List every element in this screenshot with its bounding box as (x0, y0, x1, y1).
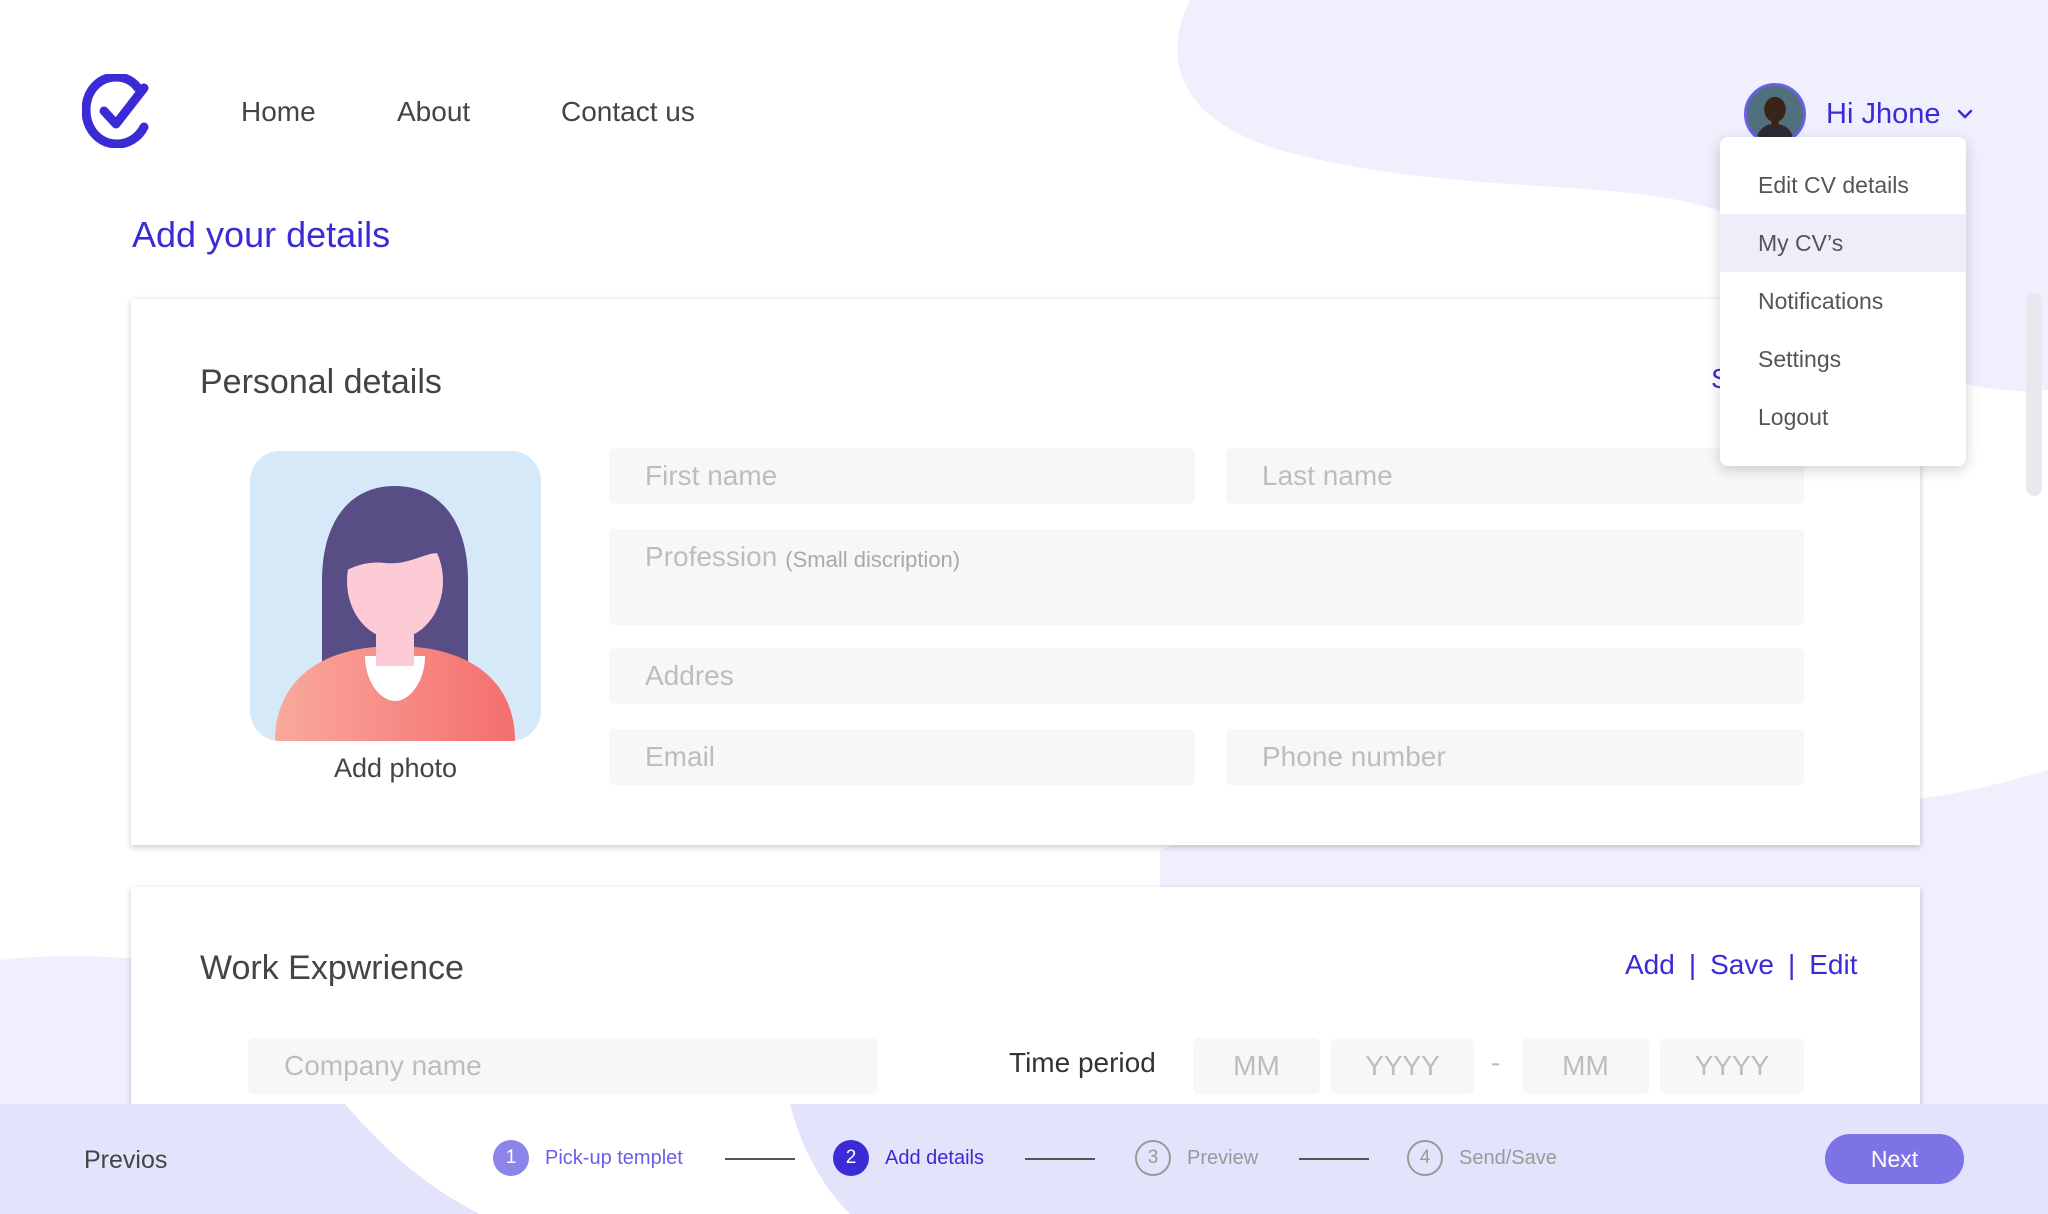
step-label-1: Pick-up templet (545, 1146, 683, 1169)
page-title: Add your details (132, 214, 391, 255)
step-send-save[interactable]: 4 Send/Save (1407, 1140, 1557, 1176)
menu-item-logout[interactable]: Logout (1720, 388, 1966, 446)
person-avatar-icon (275, 486, 515, 741)
user-avatar (1744, 83, 1806, 145)
wizard-footer: Previos 1 Pick-up templet 2 Add details … (0, 1104, 2048, 1214)
step-connector (725, 1158, 795, 1160)
add-photo-label[interactable]: Add photo (250, 753, 541, 784)
menu-item-notifications[interactable]: Notifications (1720, 272, 1966, 330)
page-scrollbar[interactable] (2026, 293, 2042, 496)
step-pick-up-template[interactable]: 1 Pick-up templet (493, 1140, 683, 1176)
step-label-3: Preview (1187, 1146, 1259, 1169)
time-period-label: Time period (1009, 1047, 1156, 1078)
profession-hint: (Small discription) (785, 547, 961, 572)
work-add-link[interactable]: Add (1625, 949, 1675, 981)
action-divider: | (1688, 949, 1697, 980)
work-experience-title: Work Expwrience (200, 949, 464, 987)
step-label-4: Send/Save (1459, 1146, 1557, 1169)
step-number-4: 4 (1407, 1140, 1443, 1176)
step-connector (1025, 1158, 1095, 1160)
action-divider: | (1787, 949, 1796, 980)
step-number-3: 3 (1135, 1140, 1171, 1176)
company-name-field[interactable]: Company name (248, 1038, 878, 1094)
email-field[interactable]: Email (609, 729, 1195, 785)
nav-home[interactable]: Home (241, 96, 316, 128)
previous-button[interactable]: Previos (84, 1146, 167, 1175)
work-save-link[interactable]: Save (1710, 949, 1774, 981)
end-year-field[interactable]: YYYY (1660, 1038, 1804, 1094)
phone-number-field[interactable]: Phone number (1226, 729, 1804, 785)
brand-logo[interactable] (82, 74, 152, 148)
profession-field[interactable]: Profession (Small discription) (609, 529, 1804, 625)
next-button[interactable]: Next (1825, 1134, 1964, 1184)
profession-placeholder: Profession (645, 541, 778, 572)
date-range-separator: - (1491, 1047, 1501, 1078)
work-edit-link[interactable]: Edit (1809, 949, 1857, 981)
profile-photo-placeholder[interactable] (250, 451, 541, 741)
menu-item-my-cvs[interactable]: My CV’s (1720, 214, 1966, 272)
personal-details-card: Personal details S Add photo First name … (131, 299, 1920, 845)
last-name-field[interactable]: Last name (1226, 448, 1804, 504)
step-add-details[interactable]: 2 Add details (833, 1140, 984, 1176)
step-label-2: Add details (885, 1146, 984, 1169)
nav-about[interactable]: About (397, 96, 470, 128)
start-year-field[interactable]: YYYY (1331, 1038, 1474, 1094)
start-month-field[interactable]: MM (1193, 1038, 1320, 1094)
first-name-field[interactable]: First name (609, 448, 1195, 504)
menu-item-settings[interactable]: Settings (1720, 330, 1966, 388)
footer-background (0, 1104, 2048, 1214)
personal-details-title: Personal details (200, 363, 442, 401)
menu-item-edit-cv-details[interactable]: Edit CV details (1720, 156, 1966, 214)
user-dropdown-menu: Edit CV details My CV’s Notifications Se… (1720, 137, 1966, 466)
step-number-2: 2 (833, 1140, 869, 1176)
chevron-down-icon (1958, 109, 1973, 119)
address-field[interactable]: Addres (609, 648, 1804, 704)
step-preview[interactable]: 3 Preview (1135, 1140, 1258, 1176)
step-number-1: 1 (493, 1140, 529, 1176)
work-experience-card: Work Expwrience Add | Save | Edit Compan… (131, 887, 1920, 1117)
step-connector (1299, 1158, 1369, 1160)
nav-contact-us[interactable]: Contact us (561, 96, 695, 128)
end-month-field[interactable]: MM (1522, 1038, 1649, 1094)
user-greeting: Hi Jhone (1826, 97, 1941, 130)
work-actions: Add | Save | Edit (1625, 949, 1857, 981)
